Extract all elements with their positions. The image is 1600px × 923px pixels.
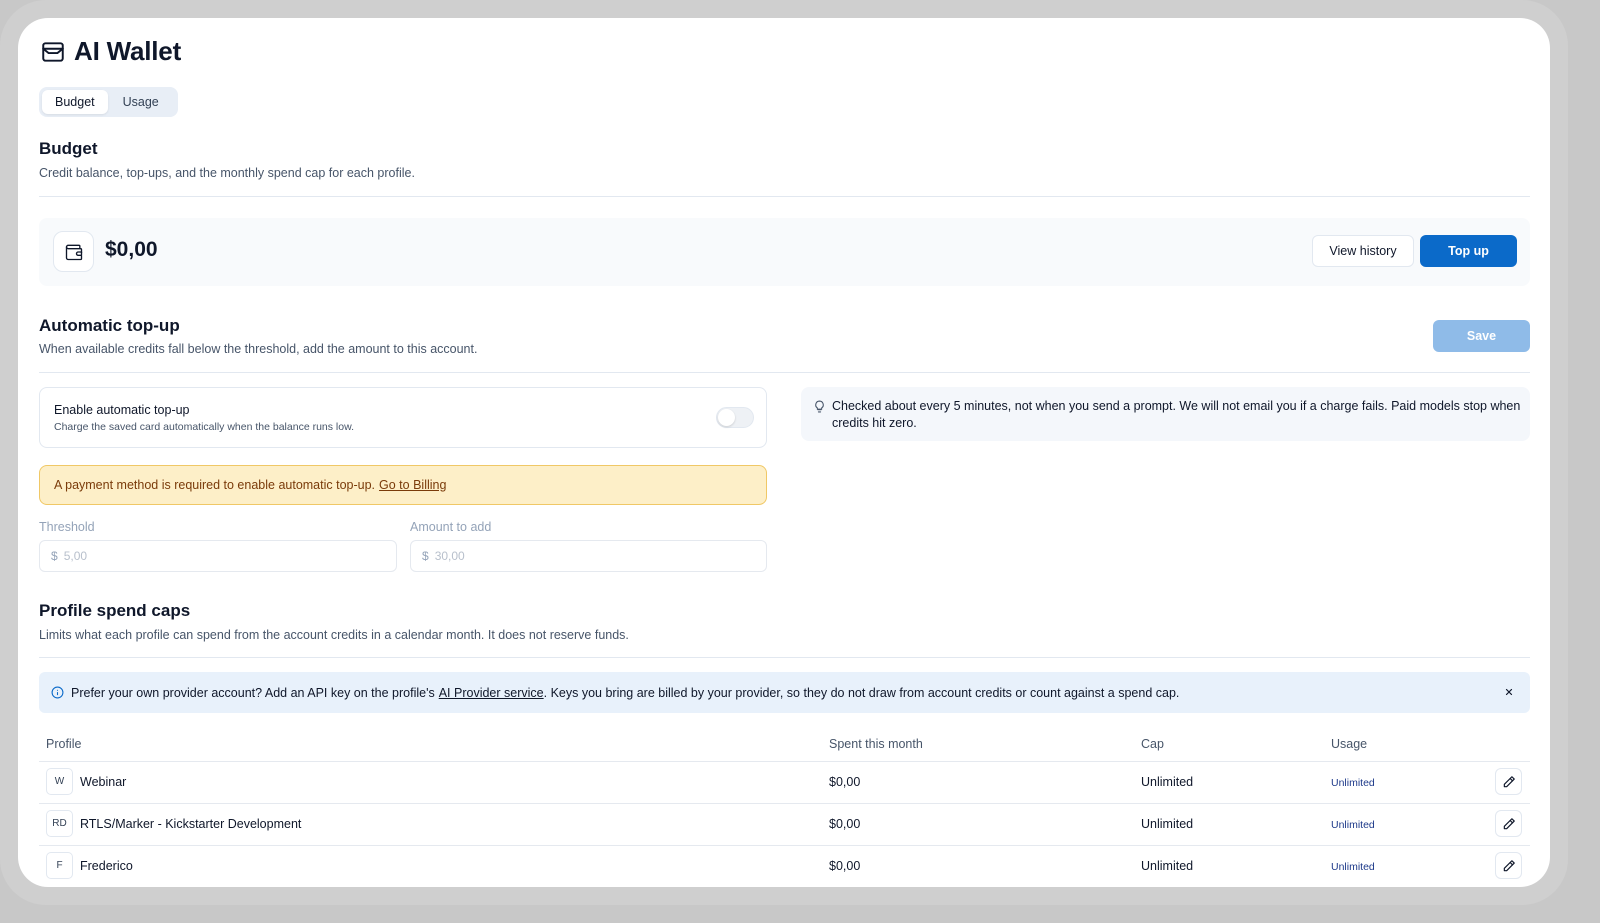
auto-topup-toggle[interactable] bbox=[716, 407, 754, 428]
divider bbox=[39, 845, 1530, 846]
go-to-billing-link[interactable]: Go to Billing bbox=[379, 478, 446, 492]
save-button[interactable]: Save bbox=[1433, 320, 1530, 352]
lightbulb-icon bbox=[813, 399, 826, 414]
tab-bar: Budget Usage bbox=[39, 87, 178, 117]
divider bbox=[39, 803, 1530, 804]
divider bbox=[39, 761, 1530, 762]
column-header-spent: Spent this month bbox=[829, 737, 923, 751]
amount-field: $ bbox=[410, 540, 767, 572]
usage-value: Unlimited bbox=[1331, 819, 1375, 831]
cap-value: Unlimited bbox=[1141, 817, 1194, 831]
threshold-field: $ bbox=[39, 540, 397, 572]
divider bbox=[39, 196, 1530, 197]
wallet-icon bbox=[40, 39, 66, 65]
pencil-icon bbox=[1502, 817, 1516, 831]
spent-value: $0,00 bbox=[829, 817, 861, 831]
threshold-input[interactable] bbox=[63, 549, 264, 563]
spend-caps-heading: Profile spend caps bbox=[39, 601, 191, 620]
page-header: AI Wallet bbox=[40, 36, 181, 67]
balance-card: $0,00 View history Top up bbox=[39, 218, 1530, 286]
auto-topup-heading: Automatic top-up bbox=[39, 316, 180, 335]
page-title: AI Wallet bbox=[74, 36, 182, 66]
avatar: W bbox=[46, 768, 73, 795]
pencil-icon bbox=[1502, 859, 1516, 873]
tab-usage[interactable]: Usage bbox=[110, 90, 172, 114]
profile-name: RTLS/Marker - Kickstarter Development bbox=[80, 817, 302, 831]
balance-amount: $0,00 bbox=[105, 238, 158, 261]
spent-value: $0,00 bbox=[829, 775, 861, 789]
threshold-label: Threshold bbox=[39, 520, 95, 534]
toggle-description: Charge the saved card automatically when… bbox=[54, 421, 355, 433]
cap-value: Unlimited bbox=[1141, 775, 1194, 789]
tab-budget[interactable]: Budget bbox=[42, 90, 108, 114]
payment-warning: A payment method is required to enable a… bbox=[39, 465, 767, 505]
budget-description: Credit balance, top-ups, and the monthly… bbox=[39, 166, 415, 180]
currency-symbol: $ bbox=[51, 549, 58, 563]
top-up-button[interactable]: Top up bbox=[1420, 235, 1517, 267]
pencil-icon bbox=[1502, 775, 1516, 789]
balance-wallet-icon bbox=[53, 231, 94, 272]
column-header-profile: Profile bbox=[46, 737, 82, 751]
avatar: F bbox=[46, 852, 73, 879]
notice-text-before: Prefer your own provider account? Add an… bbox=[71, 685, 435, 700]
auto-topup-description: When available credits fall below the th… bbox=[39, 342, 478, 356]
usage-value: Unlimited bbox=[1331, 777, 1375, 789]
app-window: AI Wallet Budget Usage Budget Credit bal… bbox=[18, 18, 1550, 887]
profile-name: Frederico bbox=[80, 859, 133, 873]
column-header-cap: Cap bbox=[1141, 737, 1164, 751]
spend-caps-description: Limits what each profile can spend from … bbox=[39, 628, 629, 642]
edit-button[interactable] bbox=[1495, 768, 1522, 795]
auto-topup-toggle-card: Enable automatic top-up Charge the saved… bbox=[39, 387, 767, 448]
notice-text-after: . Keys you bring are billed by your prov… bbox=[543, 685, 1180, 700]
close-icon[interactable] bbox=[1503, 686, 1515, 698]
amount-label: Amount to add bbox=[410, 520, 492, 534]
budget-heading: Budget bbox=[39, 139, 98, 158]
cap-value: Unlimited bbox=[1141, 859, 1194, 873]
usage-value: Unlimited bbox=[1331, 861, 1375, 873]
info-icon bbox=[51, 686, 64, 699]
spent-value: $0,00 bbox=[829, 859, 861, 873]
view-history-button[interactable]: View history bbox=[1312, 235, 1414, 267]
toggle-title: Enable automatic top-up bbox=[54, 403, 190, 417]
currency-symbol: $ bbox=[422, 549, 429, 563]
toggle-knob bbox=[718, 409, 735, 426]
ai-provider-service-link[interactable]: AI Provider service bbox=[439, 686, 544, 700]
amount-input[interactable] bbox=[434, 549, 635, 563]
edit-button[interactable] bbox=[1495, 810, 1522, 837]
info-text: Checked about every 5 minutes, not when … bbox=[832, 399, 1521, 430]
divider bbox=[39, 657, 1530, 658]
byok-notice: Prefer your own provider account? Add an… bbox=[39, 672, 1530, 713]
warning-text: A payment method is required to enable a… bbox=[54, 478, 376, 492]
divider bbox=[39, 372, 1530, 373]
avatar: RD bbox=[46, 810, 73, 837]
profile-name: Webinar bbox=[80, 775, 127, 789]
info-card: Checked about every 5 minutes, not when … bbox=[801, 387, 1530, 441]
edit-button[interactable] bbox=[1495, 852, 1522, 879]
column-header-usage: Usage bbox=[1331, 737, 1368, 751]
